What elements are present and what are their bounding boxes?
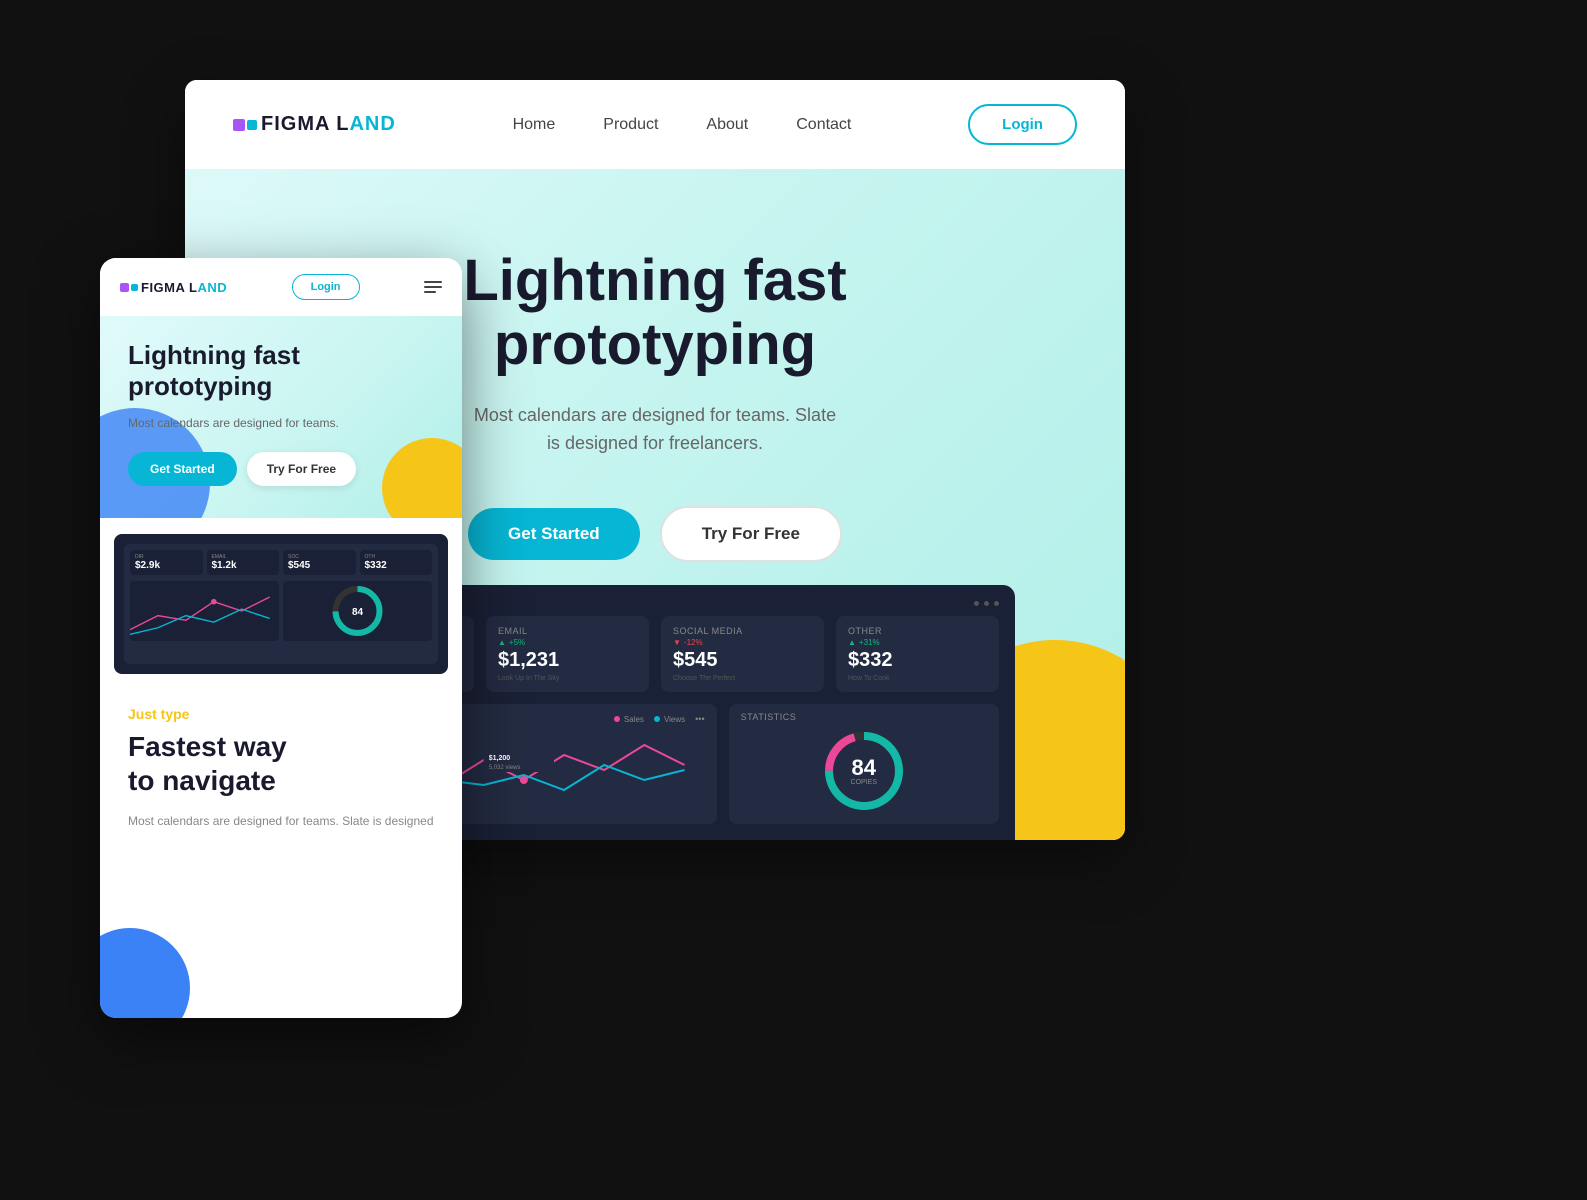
- mobile-menu-button[interactable]: [424, 281, 442, 293]
- stat-email-change: ▲ +5%: [498, 638, 637, 647]
- mobile-dashboard-preview: DIR $2.9k EMAIL $1.2k SOC $545 OTH $332: [114, 534, 448, 674]
- stat-other-label: OTHER: [848, 626, 987, 636]
- mobile-stat-3: SOC $545: [283, 550, 356, 575]
- mobile-section-text: Most calendars are designed for teams. S…: [128, 812, 434, 831]
- try-free-button[interactable]: Try For Free: [660, 506, 842, 562]
- stat-social: SOCIAL MEDIA ▼ -12% $545 Choose The Perf…: [661, 616, 824, 692]
- donut-center: 84 COPIES: [819, 726, 909, 816]
- svg-text:5,032 views: 5,032 views: [489, 765, 521, 771]
- mobile-dash-inner: DIR $2.9k EMAIL $1.2k SOC $545 OTH $332: [124, 544, 438, 664]
- donut-number: 84: [851, 757, 877, 779]
- logo-icon: [233, 119, 257, 131]
- donut-copies-label: COPIES: [851, 779, 877, 786]
- donut-title: STATISTICS: [741, 712, 797, 722]
- dot-1: [974, 601, 979, 606]
- menu-line-2: [424, 286, 442, 288]
- svg-text:84: 84: [352, 607, 364, 618]
- up-arrow-icon: ▲: [498, 638, 506, 647]
- main-navigation: Home Product About Contact: [513, 116, 852, 134]
- stat-social-label: SOCIAL MEDIA: [673, 626, 812, 636]
- logo-text: FIGMA LAND: [261, 113, 396, 136]
- nav-item-home[interactable]: Home: [513, 116, 556, 134]
- dot-3: [994, 601, 999, 606]
- menu-line-1: [424, 281, 442, 283]
- menu-line-3: [424, 291, 436, 293]
- mobile-hero-subtitle: Most calendars are designed for teams.: [128, 414, 348, 432]
- stat-other-value: $332: [848, 649, 987, 672]
- sales-legend-dot: [614, 716, 620, 722]
- main-nav: FIGMA LAND Home Product About Contact Lo…: [185, 80, 1125, 169]
- mobile-second-section: Just type Fastest way to navigate Most c…: [100, 674, 462, 854]
- hero-subtitle: Most calendars are designed for teams. S…: [465, 401, 845, 459]
- mobile-chart-row: 84: [124, 581, 438, 647]
- nav-links-list: Home Product About Contact: [513, 116, 852, 134]
- mobile-logo: FIGMA LAND: [120, 280, 227, 295]
- stat-email-value: $1,231: [498, 649, 637, 672]
- mobile-dash-stats: DIR $2.9k EMAIL $1.2k SOC $545 OTH $332: [124, 544, 438, 581]
- chart-more-icon[interactable]: •••: [695, 714, 704, 724]
- main-logo: FIGMA LAND: [233, 113, 396, 136]
- mobile-get-started-button[interactable]: Get Started: [128, 452, 237, 486]
- get-started-button[interactable]: Get Started: [468, 508, 640, 560]
- mobile-logo-purple-sq: [120, 283, 129, 292]
- up-arrow-icon: ▲: [848, 638, 856, 647]
- mobile-section-accent: Just type: [128, 706, 434, 722]
- mobile-hero-buttons: Get Started Try For Free: [128, 452, 434, 486]
- stat-email: EMAIL ▲ +5% $1,231 Look Up In The Sky: [486, 616, 649, 692]
- stat-social-value: $545: [673, 649, 812, 672]
- mobile-stat-1: DIR $2.9k: [130, 550, 203, 575]
- mobile-logo-accent: AND: [197, 280, 227, 295]
- stat-social-sublabel: Choose The Perfect: [673, 675, 812, 682]
- mobile-section-title: Fastest way to navigate: [128, 730, 434, 797]
- mobile-nav: FIGMA LAND Login: [100, 258, 462, 316]
- nav-item-product[interactable]: Product: [603, 116, 658, 134]
- mobile-logo-icon: [120, 283, 138, 292]
- mobile-hero-title: Lightning fast prototyping: [128, 340, 434, 402]
- stat-email-label: EMAIL: [498, 626, 637, 636]
- mobile-bottom-blue-blob: [100, 928, 190, 1018]
- donut-text: 84 COPIES: [851, 757, 877, 786]
- legend-views: Views: [654, 714, 685, 724]
- nav-item-about[interactable]: About: [706, 116, 748, 134]
- dot-2: [984, 601, 989, 606]
- stat-other: OTHER ▲ +31% $332 How To Cook: [836, 616, 999, 692]
- mobile-hero: Lightning fast prototyping Most calendar…: [100, 316, 462, 518]
- logo-purple-square: [233, 119, 245, 131]
- donut-chart-card: STATISTICS 84 COPIES: [729, 704, 999, 824]
- mobile-donut-svg: 84: [283, 581, 432, 641]
- stat-other-change: ▲ +31%: [848, 638, 987, 647]
- mobile-chart-svg: [130, 581, 279, 641]
- mobile-browser-window: FIGMA LAND Login Lightning fast prototyp…: [100, 258, 462, 1018]
- stat-other-sublabel: How To Cook: [848, 675, 987, 682]
- mobile-line-chart: [130, 581, 279, 641]
- mobile-stat-4: OTH $332: [360, 550, 433, 575]
- mobile-donut-mini: 84: [283, 581, 432, 641]
- views-legend-dot: [654, 716, 660, 722]
- logo-text-accent: AND: [349, 113, 395, 135]
- main-login-button[interactable]: Login: [968, 104, 1077, 145]
- chart-legend: Sales Views •••: [614, 714, 705, 724]
- mobile-try-free-button[interactable]: Try For Free: [247, 452, 356, 486]
- stat-email-sublabel: Look Up In The Sky: [498, 675, 637, 682]
- mobile-login-button[interactable]: Login: [292, 274, 360, 300]
- mobile-stat-2: EMAIL $1.2k: [207, 550, 280, 575]
- down-arrow-icon: ▼: [673, 638, 681, 647]
- legend-sales: Sales: [614, 714, 644, 724]
- mobile-logo-text: FIGMA LAND: [141, 280, 227, 295]
- nav-item-contact[interactable]: Contact: [796, 116, 851, 134]
- mobile-logo-cyan-sq: [131, 284, 138, 291]
- stat-social-change: ▼ -12%: [673, 638, 812, 647]
- svg-text:$1,200: $1,200: [489, 755, 511, 762]
- logo-cyan-square: [247, 120, 257, 130]
